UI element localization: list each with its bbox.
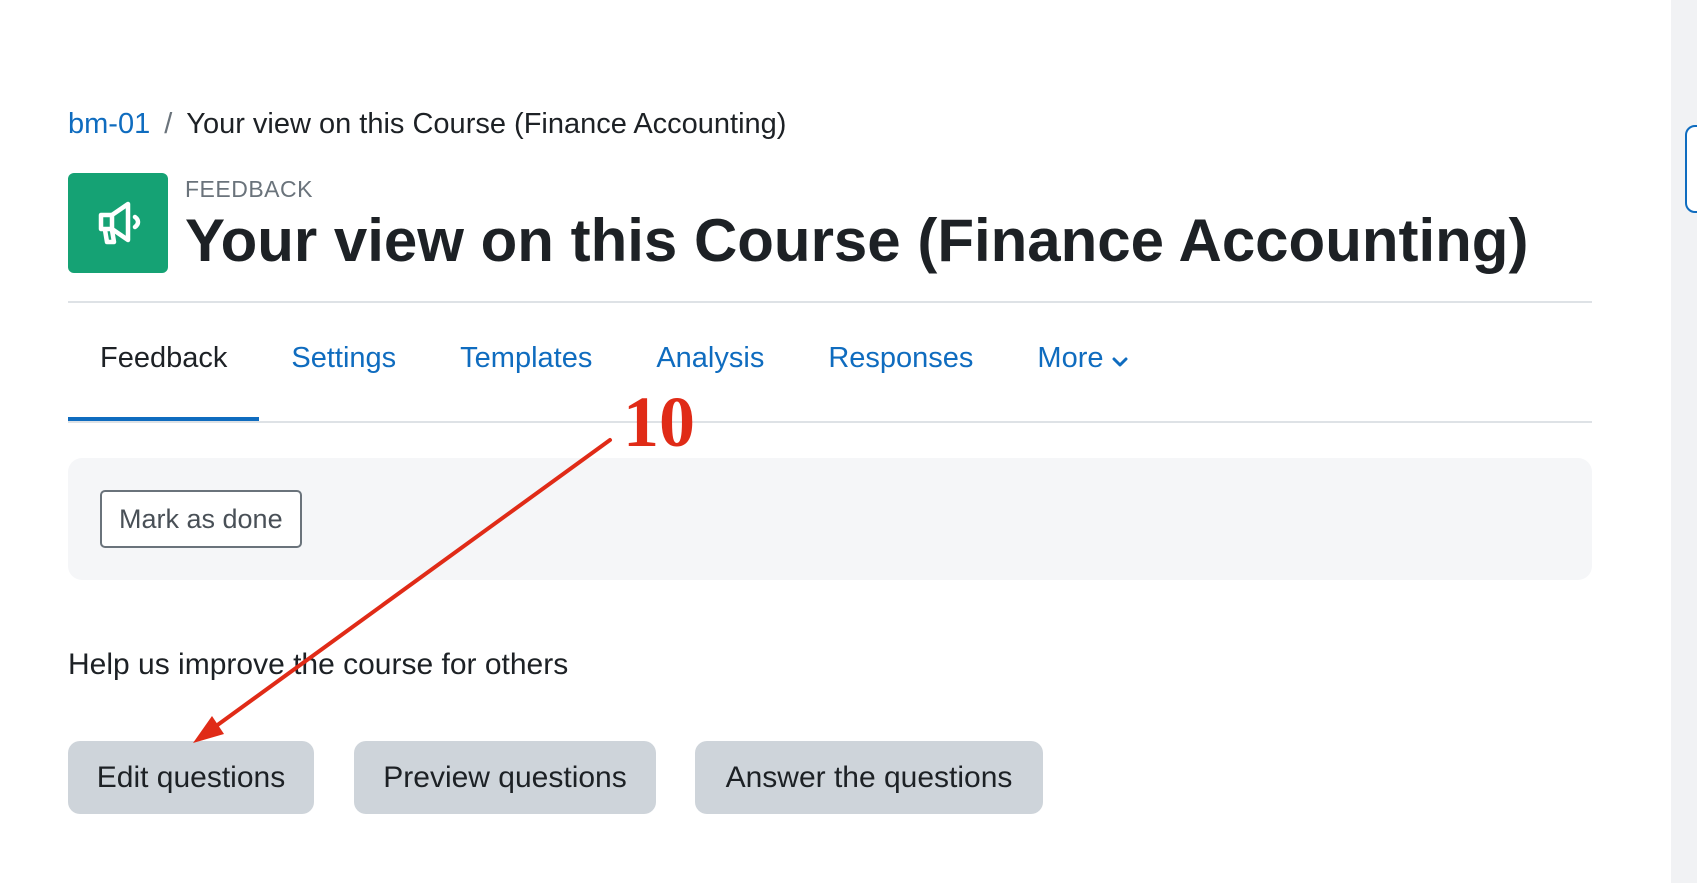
tab-responses[interactable]: Responses [796, 322, 1005, 422]
tabs-divider [68, 421, 1592, 423]
annotation-step-number: 10 [623, 382, 695, 462]
edit-questions-button[interactable]: Edit questions [68, 741, 314, 814]
tab-feedback[interactable]: Feedback [68, 322, 260, 422]
answer-questions-button[interactable]: Answer the questions [695, 741, 1043, 814]
tab-more[interactable]: More [1005, 322, 1159, 422]
tab-feedback-label: Feedback [100, 342, 228, 374]
activity-type-label: FEEDBACK [185, 176, 313, 202]
mark-as-done-button[interactable]: Mark as done [100, 490, 302, 548]
activity-completion-panel: Mark as done [68, 458, 1592, 580]
secondary-navigation: Feedback Settings Templates Analysis Res… [68, 322, 1160, 422]
tab-templates[interactable]: Templates [428, 322, 624, 422]
breadcrumb-separator: / [164, 108, 173, 140]
page: bm-01 / Your view on this Course (Finance … [0, 0, 1697, 883]
preview-questions-button[interactable]: Preview questions [354, 741, 656, 814]
tab-templates-label: Templates [460, 342, 593, 374]
tab-analysis-label: Analysis [656, 342, 765, 374]
tab-more-label: More [1037, 342, 1104, 374]
tab-settings-label: Settings [291, 342, 397, 374]
header-divider [68, 301, 1592, 303]
page-title: Your view on this Course (Finance Accoun… [185, 207, 1529, 274]
block-drawer-toggle[interactable] [1685, 125, 1697, 213]
tab-settings[interactable]: Settings [259, 322, 428, 422]
chevron-down-icon [1112, 343, 1128, 376]
tab-responses-label: Responses [828, 342, 974, 374]
feedback-intro-text: Help us improve the course for others [68, 648, 569, 681]
megaphone-icon [68, 173, 168, 273]
breadcrumb-current: Your view on this Course (Finance Accoun… [186, 108, 787, 140]
breadcrumb: bm-01 / Your view on this Course (Finance … [68, 108, 786, 141]
breadcrumb-course-link[interactable]: bm-01 [68, 108, 150, 140]
